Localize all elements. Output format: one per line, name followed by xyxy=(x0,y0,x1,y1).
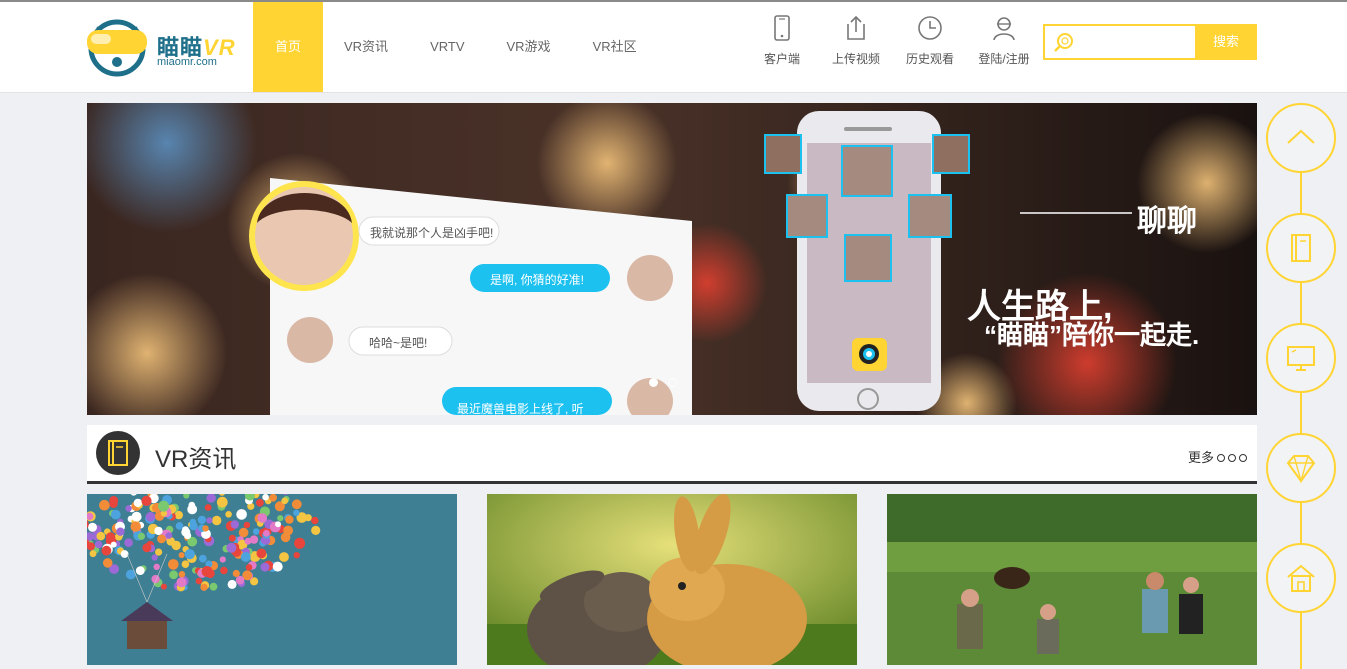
balloons-house-image xyxy=(87,494,457,665)
banner-pager xyxy=(649,378,677,387)
more-link[interactable]: 更多 xyxy=(1188,447,1247,466)
house-icon xyxy=(1287,564,1315,592)
site-logo[interactable]: 瞄瞄VR miaomr.com xyxy=(87,16,247,78)
banner-dot[interactable] xyxy=(668,378,677,387)
more-label: 更多 xyxy=(1187,450,1214,465)
vr-news-section-header: VR资讯 更多 xyxy=(87,425,1257,484)
nav-item-vr-community[interactable]: VR社区 xyxy=(572,2,658,92)
tool-label: 上传视频 xyxy=(831,52,880,66)
search-box xyxy=(1043,24,1197,60)
nav-item-vr-games[interactable]: VR游戏 xyxy=(486,2,572,92)
arrow-up-icon xyxy=(1287,129,1315,144)
tool-label: 登陆/注册 xyxy=(978,52,1030,66)
clock-icon xyxy=(918,16,942,40)
search-input[interactable] xyxy=(1079,26,1195,58)
upload-video-button[interactable]: 上传视频 xyxy=(819,14,893,67)
side-nav-tv-button[interactable] xyxy=(1266,323,1336,393)
news-card-bear[interactable] xyxy=(887,494,1257,665)
back-to-top-button[interactable] xyxy=(1266,103,1336,173)
bear-meadow-image xyxy=(887,494,1257,665)
header-tools: 客户端 上传视频 历史观看 登陆/注册 xyxy=(745,14,1041,67)
banner-slogan-2: “瞄瞄”陪你一起走. xyxy=(984,320,1200,350)
more-dot xyxy=(1228,454,1236,462)
book-icon xyxy=(1291,234,1311,262)
client-download-button[interactable]: 客户端 xyxy=(745,14,819,67)
banner-headline: 聊聊 xyxy=(1137,205,1197,238)
tool-label: 客户端 xyxy=(763,52,800,66)
chat-bubble-4: 最近魔兽电影上线了, 听 xyxy=(457,402,584,415)
side-nav xyxy=(1266,103,1336,669)
search-button[interactable]: 搜索 xyxy=(1195,24,1257,60)
user-icon xyxy=(993,17,1015,41)
news-card-rabbits[interactable] xyxy=(487,494,857,665)
nav-item-vr-news[interactable]: VR资讯 xyxy=(323,2,409,92)
nav-item-vrtv[interactable]: VRTV xyxy=(409,2,485,92)
rabbits-image xyxy=(487,494,857,665)
upload-icon xyxy=(847,15,865,40)
section-title: VR资讯 xyxy=(155,446,237,473)
more-dot xyxy=(1239,454,1247,462)
nav-item-home[interactable]: 首页 xyxy=(253,2,323,92)
login-register-button[interactable]: 登陆/注册 xyxy=(967,14,1041,67)
search-icon xyxy=(1054,33,1073,52)
monitor-icon xyxy=(1287,346,1315,371)
main-nav: 首页 VR资讯 VRTV VR游戏 VR社区 xyxy=(253,2,658,92)
watch-history-button[interactable]: 历史观看 xyxy=(893,14,967,67)
tool-label: 历史观看 xyxy=(905,52,954,66)
chat-bubble-3: 哈哈~是吧! xyxy=(369,336,428,350)
book-icon xyxy=(96,431,140,475)
chat-bubble-2: 是啊, 你猜的好准! xyxy=(490,273,585,287)
side-nav-community-button[interactable] xyxy=(1266,543,1336,613)
side-nav-news-button[interactable] xyxy=(1266,213,1336,283)
banner-dot[interactable] xyxy=(649,378,658,387)
cat-logo-icon xyxy=(87,19,147,77)
search-bar: 搜索 xyxy=(1043,24,1257,60)
news-card-balloons[interactable] xyxy=(87,494,457,665)
phone-icon xyxy=(774,15,790,41)
side-nav-games-button[interactable] xyxy=(1266,433,1336,503)
banner-image xyxy=(87,103,1257,415)
logo-domain: miaomr.com xyxy=(157,56,217,68)
hero-banner[interactable]: 我就说那个人是凶手吧! 是啊, 你猜的好准! 哈哈~是吧! 最近魔兽电影上线了,… xyxy=(87,103,1257,415)
site-header: 瞄瞄VR miaomr.com 首页 VR资讯 VRTV VR游戏 VR社区 客… xyxy=(0,2,1347,93)
chat-bubble-1: 我就说那个人是凶手吧! xyxy=(370,226,494,240)
more-dot xyxy=(1217,454,1225,462)
diamond-icon xyxy=(1286,455,1316,484)
